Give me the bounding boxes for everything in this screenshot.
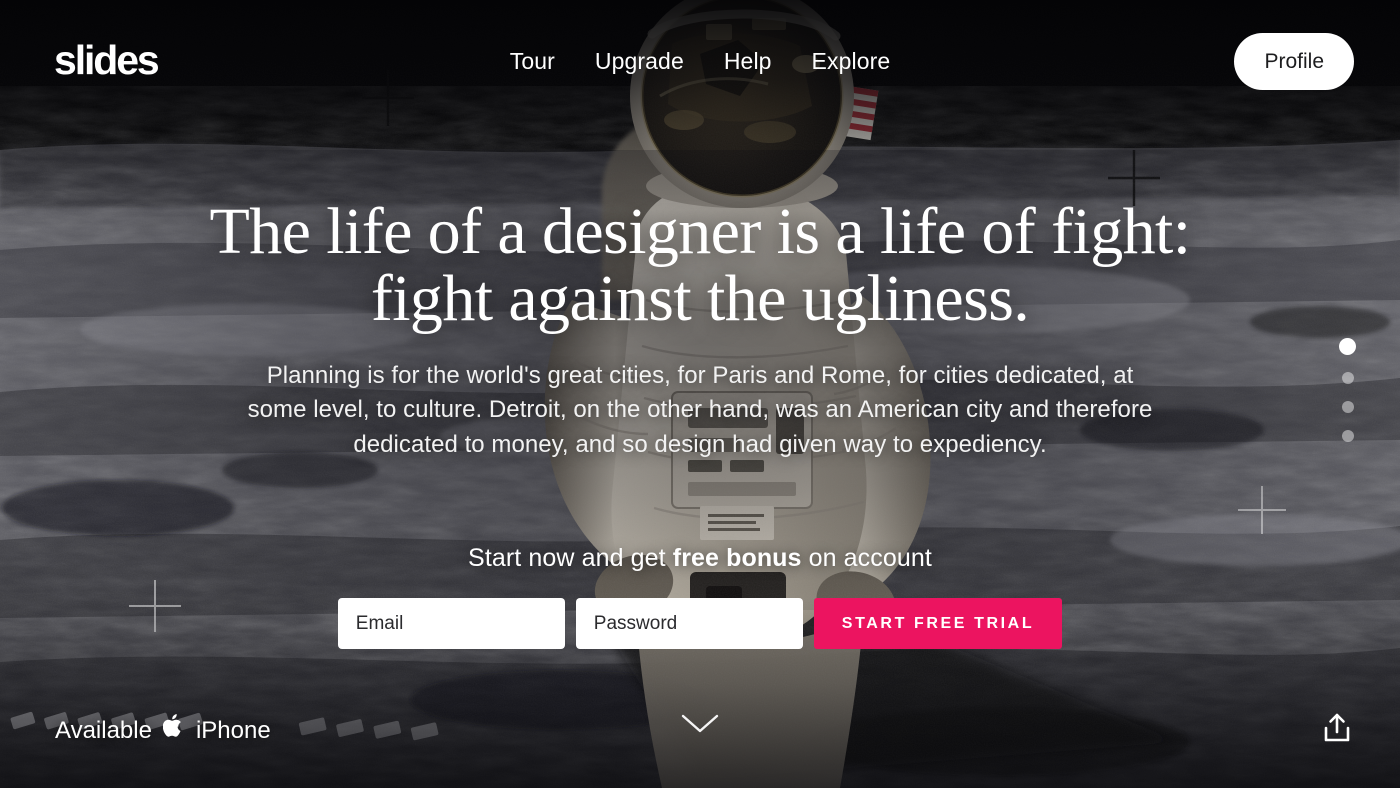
cta-tagline-highlight: free bonus [672, 544, 802, 573]
slide-dot-2[interactable] [1341, 372, 1354, 384]
slide-indicator [1339, 338, 1356, 442]
share-icon[interactable] [1322, 712, 1352, 744]
availability-note: Available iPhone [55, 713, 271, 746]
start-free-trial-button[interactable]: START FREE TRIAL [813, 598, 1063, 650]
hero-section: slides Tour Upgrade Help Explore Profile… [0, 0, 1400, 788]
password-input[interactable] [575, 598, 803, 650]
apple-icon [162, 713, 185, 744]
availability-suffix: iPhone [195, 716, 271, 744]
nav-item-tour[interactable]: Tour [510, 48, 555, 76]
nav-item-help[interactable]: Help [724, 48, 772, 76]
availability-prefix: Available [55, 716, 152, 744]
site-header: slides Tour Upgrade Help Explore Profile [0, 0, 1400, 128]
email-input[interactable] [337, 598, 565, 650]
slide-dot-1[interactable] [1339, 338, 1356, 355]
slide-dot-3[interactable] [1341, 401, 1354, 413]
signup-form: START FREE TRIAL [337, 598, 1063, 650]
cta-tagline-before: Start now and get [468, 544, 673, 573]
nav-item-explore[interactable]: Explore [812, 48, 891, 76]
profile-button[interactable]: Profile [1234, 33, 1354, 90]
slide-dot-4[interactable] [1341, 430, 1354, 442]
cta-tagline: Start now and get free bonus on account [468, 544, 932, 573]
chevron-down-icon[interactable] [680, 713, 720, 740]
headline-line-2: fight against the ugliness. [370, 262, 1030, 336]
cta-tagline-after: on account [801, 544, 932, 573]
main-navigation: Tour Upgrade Help Explore [0, 48, 1400, 76]
page-title: The life of a designer is a life of figh… [200, 198, 1200, 333]
nav-item-upgrade[interactable]: Upgrade [595, 48, 684, 76]
headline-line-1: The life of a designer is a life of figh… [209, 195, 1192, 268]
hero-subcopy: Planning is for the world's great cities… [247, 361, 1153, 458]
